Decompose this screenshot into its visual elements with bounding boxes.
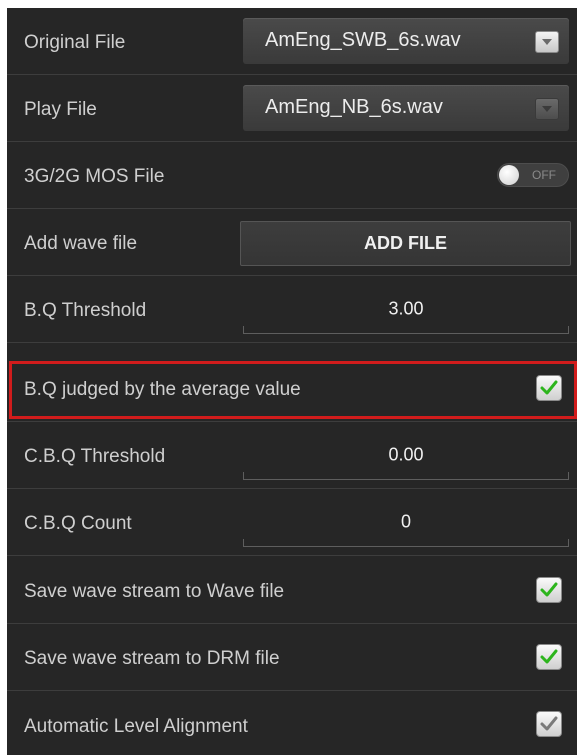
original-file-value: AmEng_SWB_6s.wav xyxy=(265,29,461,52)
bq-average-label: B.Q judged by the average value xyxy=(24,379,301,401)
auto-level-row[interactable]: Automatic Level Alignment xyxy=(7,691,577,755)
cbq-count-label: C.B.Q Count xyxy=(24,513,132,535)
checkmark-icon xyxy=(540,582,558,597)
save-wave-checkbox[interactable] xyxy=(536,577,562,603)
auto-level-checkbox[interactable] xyxy=(536,711,562,737)
bq-threshold-label: B.Q Threshold xyxy=(24,300,147,322)
cbq-threshold-label: C.B.Q Threshold xyxy=(24,446,166,468)
play-file-label: Play File xyxy=(24,99,97,121)
original-file-dropdown[interactable]: AmEng_SWB_6s.wav xyxy=(243,18,569,64)
save-drm-checkbox[interactable] xyxy=(536,644,562,670)
bq-average-row[interactable]: B.Q judged by the average value xyxy=(7,355,577,422)
cbq-count-value: 0 xyxy=(400,511,411,532)
bq-threshold-row: B.Q Threshold 3.00 xyxy=(7,276,577,343)
original-file-row: Original File AmEng_SWB_6s.wav xyxy=(7,8,577,75)
chevron-down-icon[interactable] xyxy=(535,31,559,53)
toggle-knob xyxy=(499,165,519,185)
play-file-dropdown[interactable]: AmEng_NB_6s.wav xyxy=(243,85,569,131)
save-wave-row[interactable]: Save wave stream to Wave file xyxy=(7,557,577,624)
settings-panel: Original File AmEng_SWB_6s.wav Play File… xyxy=(7,8,577,755)
checkmark-icon xyxy=(540,649,558,664)
checkmark-icon xyxy=(540,716,558,731)
bq-threshold-input[interactable]: 3.00 xyxy=(243,282,569,334)
cbq-count-row: C.B.Q Count 0 xyxy=(7,489,577,556)
mos-file-row: 3G/2G MOS File OFF xyxy=(7,142,577,209)
save-wave-label: Save wave stream to Wave file xyxy=(24,581,285,603)
mos-file-toggle[interactable]: OFF xyxy=(497,163,569,187)
cbq-threshold-row: C.B.Q Threshold 0.00 xyxy=(7,422,577,489)
original-file-label: Original File xyxy=(24,32,126,54)
cbq-threshold-input[interactable]: 0.00 xyxy=(243,428,569,480)
auto-level-label: Automatic Level Alignment xyxy=(24,715,248,737)
save-drm-label: Save wave stream to DRM file xyxy=(24,648,280,670)
play-file-value: AmEng_NB_6s.wav xyxy=(265,96,443,119)
add-wave-row: Add wave file ADD FILE xyxy=(7,209,577,276)
bq-threshold-value: 3.00 xyxy=(388,298,424,319)
add-wave-label: Add wave file xyxy=(24,233,138,255)
checkmark-icon xyxy=(540,380,558,395)
add-file-button-label: ADD FILE xyxy=(364,232,447,253)
mos-file-label: 3G/2G MOS File xyxy=(24,166,165,188)
save-drm-row[interactable]: Save wave stream to DRM file xyxy=(7,624,577,691)
bq-average-checkbox[interactable] xyxy=(536,375,562,401)
cbq-count-input[interactable]: 0 xyxy=(243,495,569,547)
add-file-button[interactable]: ADD FILE xyxy=(240,221,571,266)
chevron-down-icon[interactable] xyxy=(535,98,559,120)
play-file-row: Play File AmEng_NB_6s.wav xyxy=(7,75,577,142)
toggle-state-label: OFF xyxy=(532,168,556,182)
cbq-threshold-value: 0.00 xyxy=(388,444,424,465)
